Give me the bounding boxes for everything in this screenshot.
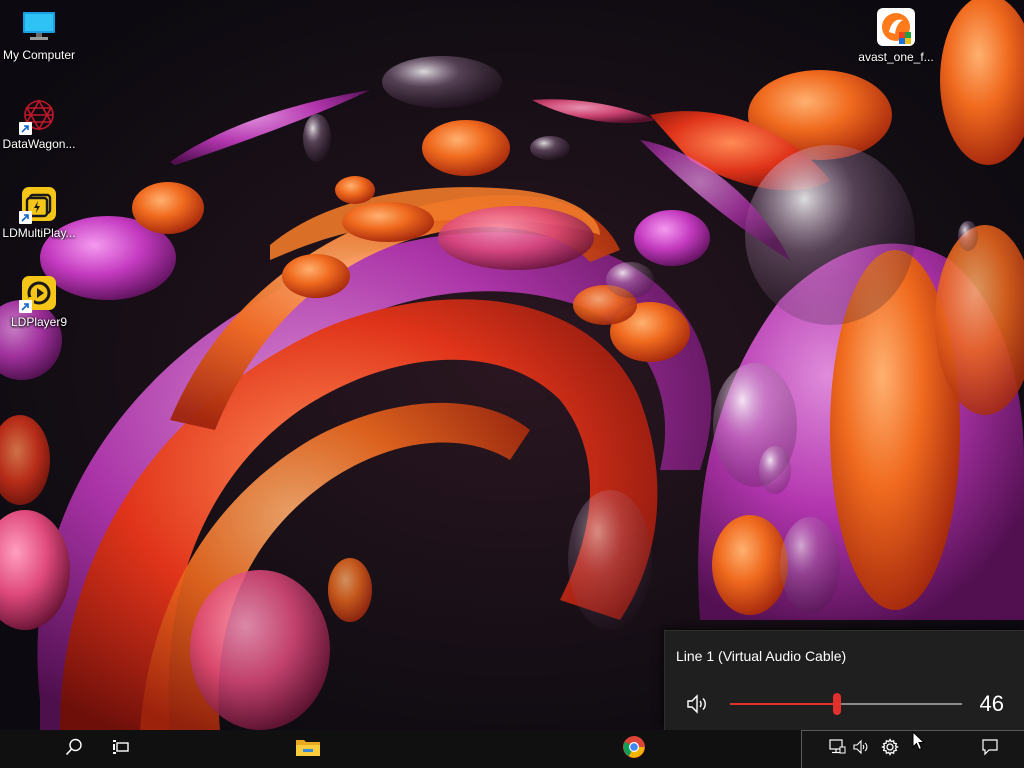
system-tray xyxy=(801,730,1024,768)
desktop-icon-ldplayer9[interactable]: LDPlayer9 xyxy=(0,275,79,329)
datawagon-icon xyxy=(19,97,57,135)
search-icon xyxy=(64,737,84,762)
wallpaper xyxy=(0,0,1024,730)
search-button[interactable] xyxy=(53,730,95,768)
shortcut-arrow-icon xyxy=(19,300,32,313)
file-explorer-button[interactable] xyxy=(286,730,330,768)
desktop-icon-my-computer[interactable]: My Computer xyxy=(0,8,79,62)
network-icon xyxy=(828,739,846,760)
action-center-button[interactable] xyxy=(974,731,1006,768)
desktop-icon-avast[interactable]: avast_one_f... xyxy=(856,8,936,64)
volume-slider[interactable] xyxy=(730,693,962,715)
desktop-icon-datawagon[interactable]: DataWagon... xyxy=(0,97,79,151)
desktop-icon-ldmultiplayer[interactable]: LDMultiPlay... xyxy=(0,186,79,240)
settings-tray-button[interactable] xyxy=(878,731,902,768)
desktop: My Computer DataWagon... LDMultiPlay... … xyxy=(0,0,1024,768)
volume-slider-fill xyxy=(730,703,837,705)
taskbar xyxy=(0,730,1024,768)
volume-value: 46 xyxy=(979,691,1004,716)
ldplayer-icon xyxy=(19,275,57,313)
gear-icon xyxy=(881,738,899,761)
volume-flyout: Line 1 (Virtual Audio Cable) 46 xyxy=(664,630,1024,730)
speaker-icon[interactable] xyxy=(685,693,711,715)
chrome-button[interactable] xyxy=(612,730,656,768)
notification-icon xyxy=(981,738,999,761)
network-tray-button[interactable] xyxy=(826,731,848,768)
task-view-button[interactable] xyxy=(100,730,142,768)
desktop-icon-label: DataWagon... xyxy=(2,137,76,151)
desktop-icon-label: avast_one_f... xyxy=(858,50,934,64)
volume-tray-button[interactable] xyxy=(850,731,872,768)
audio-device-name[interactable]: Line 1 (Virtual Audio Cable) xyxy=(676,648,846,664)
desktop-icon-label: My Computer xyxy=(2,48,76,62)
monitor-icon xyxy=(21,8,57,44)
shortcut-arrow-icon xyxy=(19,211,32,224)
shortcut-arrow-icon xyxy=(19,122,32,135)
task-view-icon xyxy=(111,738,131,761)
ldmultiplayer-icon xyxy=(19,186,57,224)
folder-icon xyxy=(295,736,321,763)
volume-slider-thumb[interactable] xyxy=(832,693,841,715)
desktop-icon-label: LDMultiPlay... xyxy=(2,226,76,240)
desktop-icon-label: LDPlayer9 xyxy=(10,315,68,329)
speaker-icon xyxy=(852,739,870,760)
avast-icon xyxy=(877,8,915,46)
chrome-icon xyxy=(622,735,646,764)
